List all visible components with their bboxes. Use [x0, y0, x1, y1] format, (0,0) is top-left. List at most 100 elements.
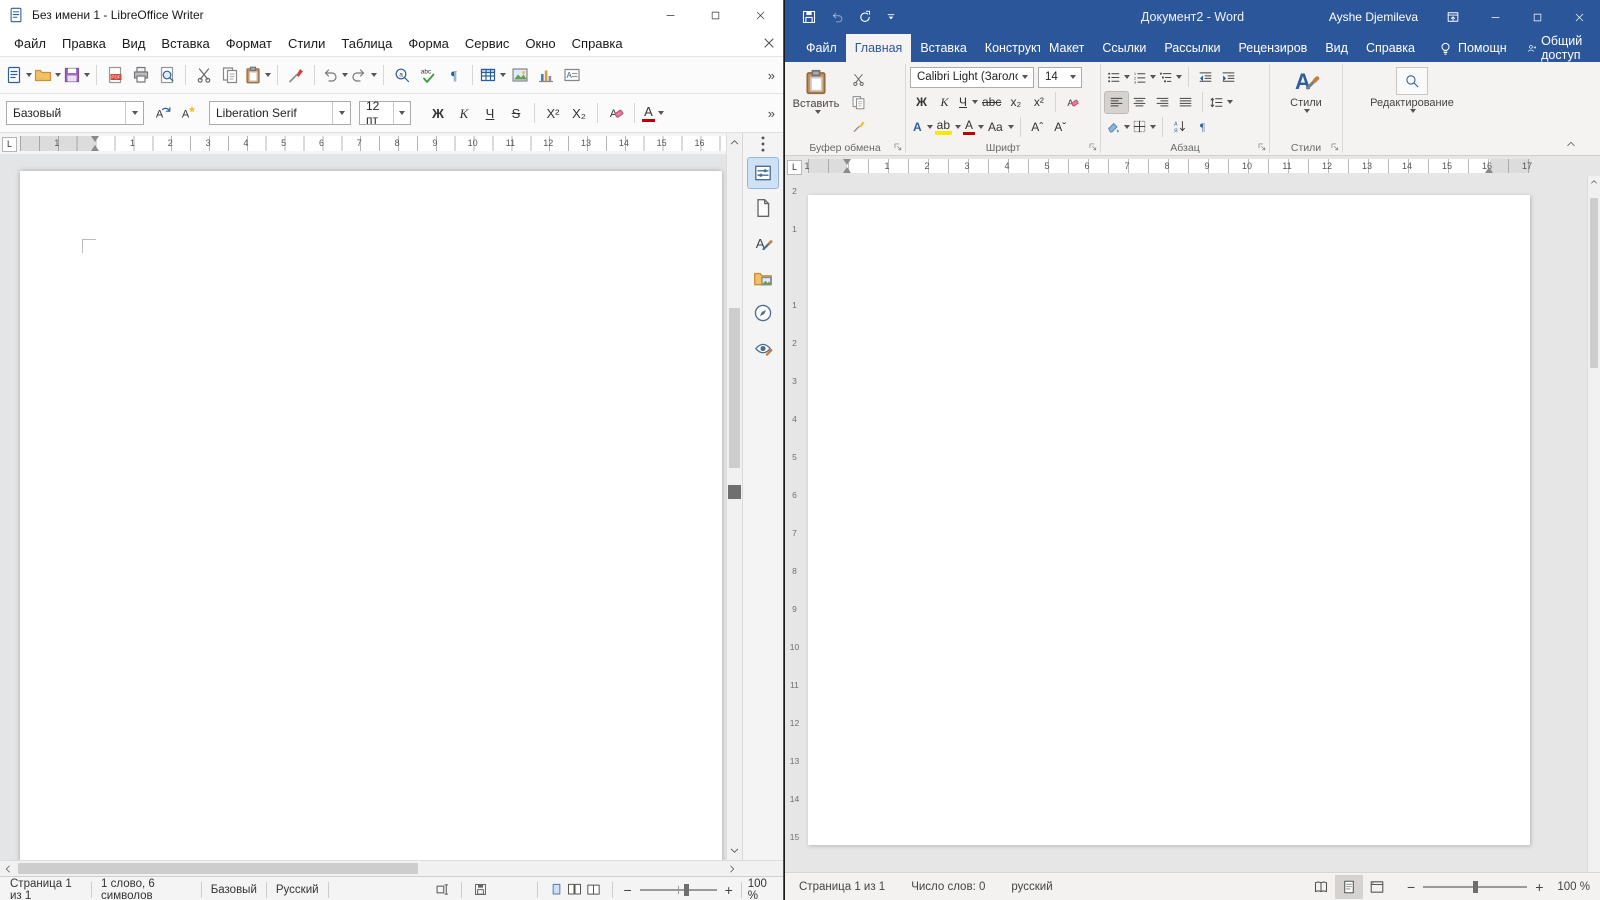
writer-titlebar[interactable]: Без имени 1 - LibreOffice Writer [0, 0, 783, 30]
menu-окно[interactable]: Окно [517, 33, 563, 54]
scroll-right-button[interactable] [724, 861, 740, 877]
scrollbar-thumb[interactable] [729, 308, 740, 468]
sort-button[interactable]: АЯ [1168, 116, 1191, 137]
print-preview-button[interactable] [154, 62, 180, 88]
underline-button[interactable]: Ч [956, 92, 979, 113]
tab-главная[interactable]: Главная [846, 34, 912, 62]
page-panel-button[interactable] [748, 193, 778, 223]
borders-button[interactable] [1131, 116, 1157, 137]
zoom-out-button[interactable]: − [622, 882, 634, 898]
show-marks-button[interactable]: ¶ [1191, 116, 1214, 137]
word-vertical-ruler[interactable]: 21123456789101112131415 [786, 176, 803, 856]
writer-document-area[interactable] [0, 154, 726, 860]
combo-arrow-icon[interactable] [332, 102, 350, 124]
grow-font-button[interactable]: Аˆ [1026, 116, 1049, 137]
tab-справка[interactable]: Справка [1357, 34, 1424, 62]
bold-button[interactable]: Ж [910, 92, 933, 113]
insert-image-button[interactable] [507, 62, 533, 88]
close-document-icon[interactable] [761, 35, 777, 51]
scroll-up-button[interactable] [727, 135, 742, 150]
styles-button[interactable]: А Стили [1282, 65, 1330, 139]
menu-сервис[interactable]: Сервис [457, 33, 518, 54]
toolbar-overflow-button[interactable]: » [764, 66, 779, 85]
superscript-button[interactable]: x² [1027, 92, 1050, 113]
increase-indent-button[interactable] [1217, 67, 1240, 88]
first-line-indent-marker[interactable] [843, 159, 851, 165]
toolbar-overflow-button[interactable]: » [764, 104, 779, 123]
undo-icon[interactable] [829, 9, 845, 25]
word-count[interactable]: 1 слово, 6 символов [101, 878, 192, 900]
tab-вид[interactable]: Вид [1316, 34, 1357, 62]
indent-marker[interactable] [91, 136, 99, 142]
tab-рецензиров[interactable]: Рецензиров [1229, 34, 1316, 62]
word-page[interactable] [808, 195, 1530, 845]
page-count[interactable]: Страница 1 из 1 [10, 878, 82, 900]
zoom-in-button[interactable]: + [723, 882, 735, 898]
print-layout-button[interactable] [1335, 875, 1363, 899]
menu-стили[interactable]: Стили [280, 33, 333, 54]
zoom-slider-knob[interactable] [684, 884, 689, 896]
hanging-indent-marker[interactable] [843, 167, 851, 173]
clear-formatting-button[interactable]: A [603, 100, 629, 126]
subscript-button[interactable]: X₂ [566, 100, 592, 126]
collapse-ribbon-button[interactable] [1564, 138, 1578, 150]
paragraph-dialog-launcher[interactable] [1257, 142, 1267, 152]
clone-formatting-button[interactable] [283, 62, 309, 88]
underline-button[interactable]: Ч [477, 100, 503, 126]
view-single-page-button[interactable] [547, 880, 565, 900]
page-style[interactable]: Базовый [211, 884, 257, 896]
change-case-button[interactable]: Aa [985, 116, 1015, 137]
horizontal-scrollbar[interactable] [0, 861, 740, 876]
cut-button[interactable] [191, 62, 217, 88]
italic-button[interactable]: К [451, 100, 477, 126]
scroll-up-button[interactable] [1588, 176, 1600, 188]
save-status-indicator[interactable] [471, 880, 489, 900]
print-button[interactable] [128, 62, 154, 88]
paste-button[interactable] [243, 62, 272, 88]
tab-ссылки[interactable]: Ссылки [1093, 34, 1155, 62]
bold-button[interactable]: Ж [425, 100, 451, 126]
tab-stop-selector[interactable]: L [2, 137, 17, 152]
subscript-button[interactable]: x₂ [1004, 92, 1027, 113]
copy-button[interactable] [217, 62, 243, 88]
zoom-in-button[interactable]: + [1533, 879, 1545, 895]
ribbon-display-options-button[interactable] [1432, 0, 1474, 34]
maximize-button[interactable] [693, 0, 738, 30]
scrollbar-thumb[interactable] [1590, 198, 1598, 368]
numbering-button[interactable]: 123 [1131, 67, 1157, 88]
tab-конструктор[interactable]: Конструктор [976, 34, 1040, 62]
word-titlebar[interactable]: Документ2 - Word Ayshe Djemileva [785, 0, 1600, 34]
text-language[interactable]: русский [1011, 881, 1052, 893]
menu-формат[interactable]: Формат [218, 33, 280, 54]
decrease-indent-button[interactable] [1194, 67, 1217, 88]
minimize-button[interactable] [648, 0, 693, 30]
account-user-name[interactable]: Ayshe Djemileva [1329, 10, 1418, 24]
align-right-button[interactable] [1151, 92, 1174, 113]
font-size-combo[interactable]: 12 пт [359, 101, 411, 125]
menu-таблица[interactable]: Таблица [333, 33, 400, 54]
minimize-button[interactable] [1474, 0, 1516, 34]
indent-marker[interactable] [91, 145, 99, 151]
close-button[interactable] [1558, 0, 1600, 34]
tab-вставка[interactable]: Вставка [911, 34, 975, 62]
customize-qat-icon[interactable] [885, 11, 897, 23]
word-horizontal-ruler[interactable]: L 11234567891011121314151617 [785, 156, 1600, 176]
tab-рассылки[interactable]: Рассылки [1155, 34, 1229, 62]
accessibility-panel-button[interactable] [748, 333, 778, 363]
zoom-slider[interactable] [640, 889, 717, 891]
font-size-combo[interactable]: 14 [1038, 67, 1082, 88]
line-spacing-button[interactable] [1208, 92, 1234, 113]
new-document-button[interactable] [4, 62, 33, 88]
web-layout-button[interactable] [1363, 875, 1391, 899]
word-count[interactable]: Число слов: 0 [911, 881, 985, 893]
undo-button[interactable] [320, 62, 349, 88]
maximize-button[interactable] [1516, 0, 1558, 34]
clear-formatting-button[interactable]: A [1061, 92, 1084, 113]
page-count[interactable]: Страница 1 из 1 [799, 881, 885, 893]
view-book-button[interactable] [584, 880, 602, 900]
format-painter-button[interactable] [845, 115, 871, 135]
font-name-combo[interactable]: Calibri Light (Заголов [910, 67, 1034, 88]
clipboard-dialog-launcher[interactable] [893, 142, 903, 152]
update-style-button[interactable]: A [149, 100, 175, 126]
spelling-button[interactable]: abc [415, 62, 441, 88]
